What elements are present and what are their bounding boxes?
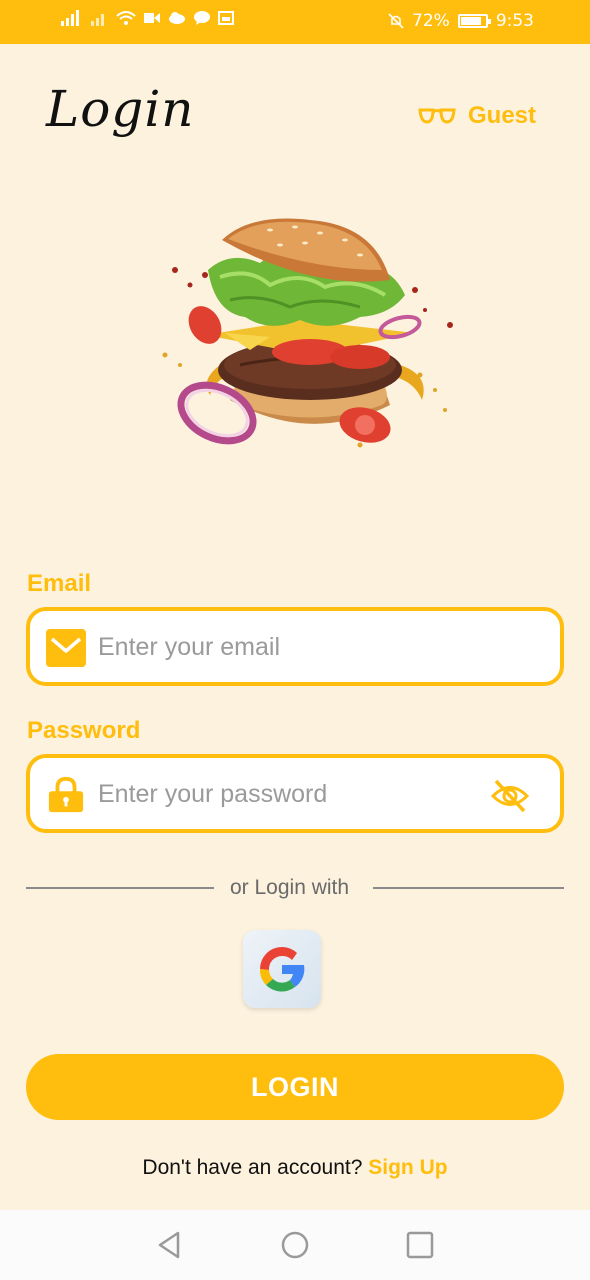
chat-icon	[194, 11, 210, 25]
burger-illustration	[162, 218, 453, 448]
battery-percent: 72%	[412, 11, 450, 31]
video-icon	[144, 13, 160, 23]
status-icons-right: 72% 9:53	[388, 11, 534, 31]
email-field[interactable]	[26, 607, 564, 686]
signal-2-icon	[91, 14, 104, 26]
email-label: Email	[27, 570, 92, 597]
password-label: Password	[27, 717, 141, 744]
page-title: Login	[46, 80, 195, 138]
google-login-button[interactable]	[243, 930, 321, 1008]
system-nav-bar	[0, 1210, 590, 1280]
battery-icon	[457, 14, 491, 28]
calendar-icon	[218, 11, 234, 25]
wifi-icon	[116, 11, 136, 25]
email-input[interactable]	[98, 629, 478, 665]
signup-row: Don't have an account? Sign Up	[0, 1156, 590, 1180]
guest-label: Guest	[468, 102, 537, 129]
glasses-icon	[418, 108, 456, 124]
recents-icon[interactable]	[403, 1228, 437, 1262]
home-icon[interactable]	[278, 1228, 312, 1262]
divider-line-right	[373, 887, 564, 889]
mute-icon	[388, 13, 404, 29]
password-field[interactable]	[26, 754, 564, 833]
status-bar: 72% 9:53	[0, 0, 590, 44]
signal-icon	[61, 10, 79, 26]
signup-link[interactable]: Sign Up	[368, 1156, 447, 1179]
mail-icon	[46, 629, 86, 667]
google-icon	[259, 947, 305, 992]
status-icons-left	[60, 10, 234, 26]
divider-line-left	[26, 887, 214, 889]
guest-button[interactable]: Guest	[418, 102, 536, 130]
divider-text: or Login with	[230, 876, 350, 899]
status-time: 9:53	[495, 11, 534, 31]
password-input[interactable]	[98, 776, 478, 812]
cloud-icon	[169, 12, 185, 24]
lock-icon	[48, 776, 84, 813]
eye-off-icon[interactable]	[490, 777, 530, 815]
signup-prompt: Don't have an account?	[142, 1156, 363, 1179]
login-divider: or Login with	[26, 874, 564, 904]
back-icon[interactable]	[152, 1228, 186, 1262]
login-button[interactable]: LOGIN	[26, 1054, 564, 1120]
